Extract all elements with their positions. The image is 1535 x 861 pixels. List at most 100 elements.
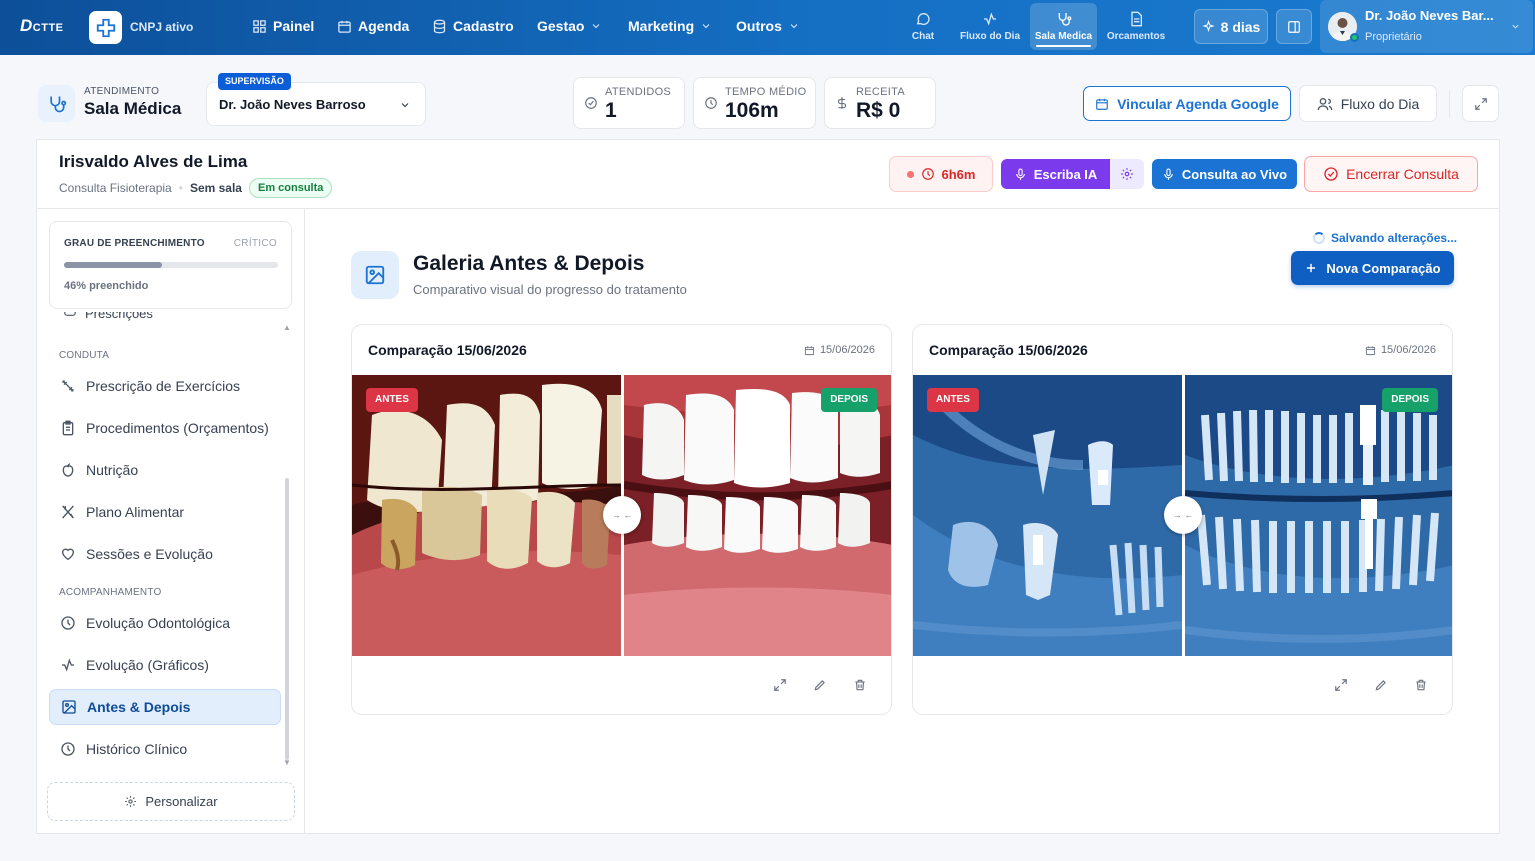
nav-outros[interactable]: Outros bbox=[736, 18, 800, 34]
sidebar-item-label: Antes & Depois bbox=[87, 699, 191, 715]
chat-icon bbox=[916, 13, 930, 25]
quick-label: Chat bbox=[911, 31, 935, 42]
trash-icon[interactable] bbox=[1414, 678, 1428, 692]
nav-gestao[interactable]: Gestao bbox=[537, 18, 602, 34]
new-comparison-button[interactable]: Nova Comparação bbox=[1291, 251, 1454, 285]
microphone-icon bbox=[1164, 168, 1173, 180]
section-heading: CONDUTA bbox=[59, 350, 110, 361]
sidebar-item-antes-depois[interactable]: Antes & Depois bbox=[49, 689, 281, 725]
nav-painel[interactable]: Painel bbox=[252, 18, 314, 34]
fill-level-label: CRÍTICO bbox=[233, 238, 277, 249]
card-actions bbox=[773, 678, 867, 692]
pencil-icon[interactable] bbox=[813, 678, 827, 692]
calendar-icon bbox=[1096, 98, 1108, 110]
sidebar-scrollbar[interactable] bbox=[285, 478, 289, 760]
apple-icon bbox=[62, 463, 74, 477]
clock-icon bbox=[921, 168, 934, 180]
status-badge: Em consulta bbox=[248, 178, 333, 198]
utensils-icon bbox=[62, 505, 74, 519]
calendar-icon bbox=[338, 20, 351, 33]
spinner-icon bbox=[1313, 232, 1325, 244]
customize-button[interactable]: Personalizar bbox=[47, 782, 295, 821]
sidebar-item-exercicios[interactable]: Prescrição de Exercícios bbox=[49, 368, 281, 404]
quick-orcamentos[interactable]: Orcamentos bbox=[1104, 3, 1168, 50]
stat-label: ATENDIDOS bbox=[605, 86, 672, 98]
room-label: Sem sala bbox=[189, 181, 242, 195]
pencil-icon[interactable] bbox=[1374, 678, 1388, 692]
stethoscope-icon bbox=[1058, 13, 1071, 26]
sidebar-item-evolucao-graficos[interactable]: Evolução (Gráficos) bbox=[49, 647, 281, 683]
card-actions bbox=[1334, 678, 1428, 692]
trial-days-button[interactable]: 8 dias bbox=[1194, 9, 1268, 44]
quick-chat[interactable]: Chat bbox=[905, 3, 941, 50]
scroll-up-arrow[interactable]: ▲ bbox=[283, 323, 291, 332]
cnpj-status: CNPJ ativo bbox=[130, 20, 194, 34]
grid-icon bbox=[253, 19, 266, 33]
fill-progress-bar bbox=[64, 262, 278, 268]
nav-label: Marketing bbox=[628, 18, 695, 34]
live-consult-button[interactable]: Consulta ao Vivo bbox=[1152, 159, 1297, 189]
dollar-icon bbox=[837, 97, 847, 109]
stat-label: TEMPO MÉDIO bbox=[725, 86, 807, 98]
heart-icon bbox=[61, 548, 75, 561]
after-image bbox=[624, 375, 891, 656]
ai-scribe-button[interactable]: Escriba IA bbox=[1001, 159, 1110, 189]
sidebar-item-label: Nutrição bbox=[86, 462, 139, 478]
sidebar-item-label: Procedimentos (Orçamentos) bbox=[86, 420, 269, 436]
expand-icon[interactable] bbox=[773, 678, 787, 692]
sidebar-item-label: Histórico Clínico bbox=[86, 741, 188, 757]
divider bbox=[37, 208, 1499, 209]
nav-cadastro[interactable]: Cadastro bbox=[432, 18, 514, 34]
daily-flow-button[interactable]: Fluxo do Dia bbox=[1299, 85, 1437, 122]
fullscreen-button[interactable] bbox=[1462, 85, 1499, 122]
consult-timer: 6h6m bbox=[889, 156, 993, 192]
consult-type: Consulta Fisioterapia bbox=[59, 181, 172, 195]
saving-text: Salvando alterações... bbox=[1331, 231, 1458, 245]
trial-days-label: 8 dias bbox=[1220, 18, 1261, 35]
nav-label: Gestao bbox=[537, 18, 585, 34]
quick-label: Sala Medica bbox=[1034, 31, 1093, 42]
comparison-slider-handle[interactable]: → ← bbox=[1164, 496, 1202, 534]
medical-cross-icon[interactable] bbox=[89, 11, 122, 44]
database-icon bbox=[433, 19, 446, 33]
trash-icon[interactable] bbox=[853, 678, 867, 692]
app-logo[interactable]: DCTTE bbox=[20, 16, 64, 36]
link-google-calendar-button[interactable]: Vincular Agenda Google bbox=[1083, 86, 1291, 121]
scroll-down-arrow[interactable]: ▼ bbox=[283, 758, 291, 767]
nav-label: Cadastro bbox=[453, 18, 514, 34]
chevron-down-icon bbox=[401, 103, 409, 108]
recording-dot bbox=[906, 170, 914, 178]
image-icon bbox=[62, 700, 76, 714]
stat-value: R$ 0 bbox=[856, 99, 901, 122]
nav-marketing[interactable]: Marketing bbox=[628, 18, 712, 34]
sidebar-item-sessoes[interactable]: Sessões e Evolução bbox=[49, 536, 281, 572]
calendar-icon bbox=[1365, 345, 1376, 355]
gallery-subtitle: Comparativo visual do progresso do trata… bbox=[413, 282, 687, 297]
sidebar-item-procedimentos[interactable]: Procedimentos (Orçamentos) bbox=[49, 410, 281, 446]
sidebar-item-evolucao-odonto[interactable]: Evolução Odontológica bbox=[49, 605, 281, 641]
quick-sala-medica[interactable]: Sala Medica bbox=[1030, 3, 1097, 50]
expand-icon[interactable] bbox=[1334, 678, 1348, 692]
panel-toggle-button[interactable] bbox=[1276, 9, 1312, 44]
sidebar-panel-icon bbox=[1288, 20, 1300, 33]
end-consult-button[interactable]: Encerrar Consulta bbox=[1304, 156, 1478, 192]
sidebar-item-prescricoes[interactable]: Prescrições bbox=[63, 312, 263, 326]
sidebar-item-historico[interactable]: Histórico Clínico bbox=[49, 731, 281, 767]
sidebar-item-label: Sessões e Evolução bbox=[86, 546, 213, 562]
user-menu[interactable]: Dr. João Neves Bar... Proprietário bbox=[1320, 0, 1533, 53]
comparison-date: 15/06/2026 bbox=[804, 344, 875, 356]
quick-fluxo-dia[interactable]: Fluxo do Dia bbox=[958, 3, 1022, 50]
comparison-slider-handle[interactable]: → ← bbox=[603, 496, 641, 534]
microphone-icon bbox=[1015, 168, 1025, 180]
stat-atendidos: ATENDIDOS 1 bbox=[573, 77, 685, 129]
chevron-down-icon bbox=[1512, 24, 1519, 29]
plus-icon bbox=[1307, 263, 1316, 273]
button-label: Escriba IA bbox=[1033, 166, 1098, 182]
sidebar-item-plano-alimentar[interactable]: Plano Alimentar bbox=[49, 494, 281, 530]
ai-scribe-settings-button[interactable] bbox=[1110, 159, 1144, 189]
button-label: Vincular Agenda Google bbox=[1117, 95, 1279, 112]
nav-agenda[interactable]: Agenda bbox=[337, 18, 409, 34]
sidebar-item-nutricao[interactable]: Nutrição bbox=[49, 452, 281, 488]
gear-icon bbox=[125, 796, 137, 807]
sidebar-item-label: Prescrições bbox=[85, 312, 153, 321]
